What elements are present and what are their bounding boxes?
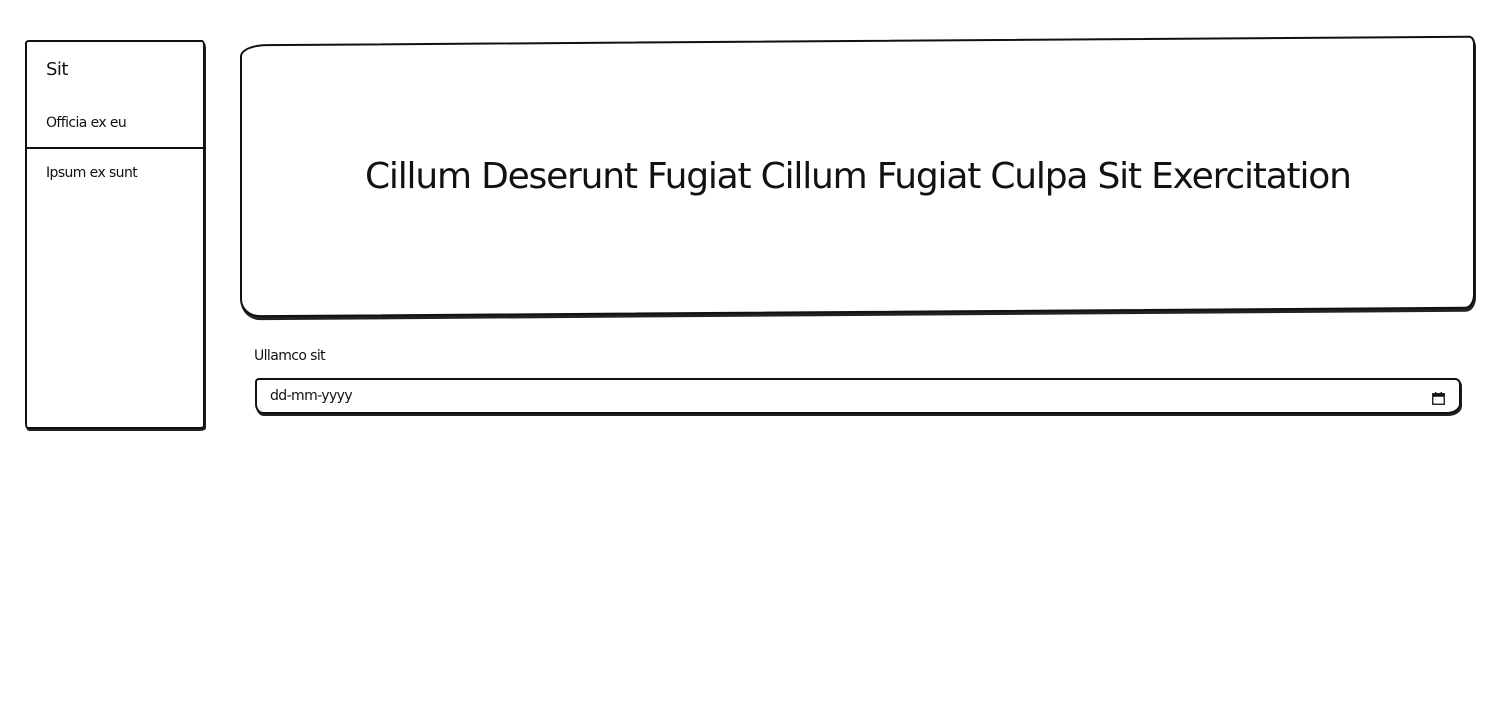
sidebar-item-ipsum[interactable]: Ipsum ex sunt <box>46 165 138 181</box>
hero-banner: Cillum Deserunt Fugiat Cillum Fugiat Cul… <box>240 35 1475 318</box>
calendar-icon[interactable] <box>1432 390 1445 405</box>
page: Sit Officia ex eu Ipsum ex sunt Cillum D… <box>0 0 1500 720</box>
banner-title: Cillum Deserunt Fugiat Cillum Fugiat Cul… <box>364 156 1351 197</box>
sidebar-divider <box>27 147 203 149</box>
date-placeholder: dd-mm-yyyy <box>270 388 353 404</box>
sidebar-title: Sit <box>46 59 68 80</box>
sidebar-item-officia[interactable]: Officia ex eu <box>46 115 127 131</box>
date-field-label: Ullamco sit <box>254 348 326 364</box>
sidebar: Sit Officia ex eu Ipsum ex sunt <box>25 40 205 429</box>
date-input[interactable]: dd-mm-yyyy <box>255 378 1461 414</box>
